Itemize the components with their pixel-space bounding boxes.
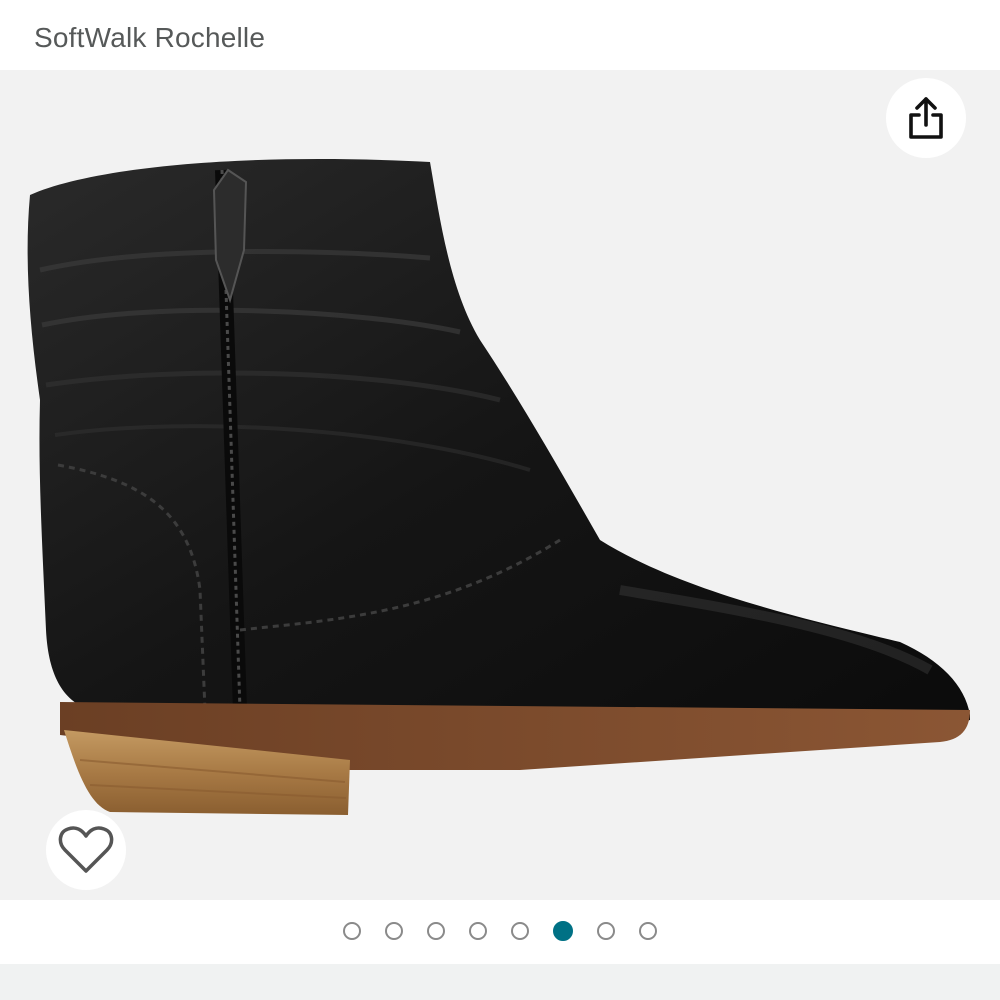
carousel-dot-1[interactable] xyxy=(343,922,361,940)
product-page: SoftWalk Rochelle xyxy=(0,0,1000,1000)
share-button[interactable] xyxy=(886,78,966,158)
carousel-dot-4[interactable] xyxy=(469,922,487,940)
carousel-dot-7[interactable] xyxy=(597,922,615,940)
carousel-dot-5[interactable] xyxy=(511,922,529,940)
carousel-dot-2[interactable] xyxy=(385,922,403,940)
heart-outline-icon xyxy=(58,826,114,873)
section-divider xyxy=(0,964,1000,1000)
product-title: SoftWalk Rochelle xyxy=(34,22,266,53)
share-icon xyxy=(909,97,943,139)
product-image-boot[interactable] xyxy=(0,70,1000,900)
product-image-area[interactable] xyxy=(0,70,1000,900)
carousel-dot-3[interactable] xyxy=(427,922,445,940)
carousel-dot-6-active[interactable] xyxy=(553,921,573,941)
wishlist-button[interactable] xyxy=(46,810,126,890)
image-carousel-dots xyxy=(0,900,1000,962)
carousel-dot-8[interactable] xyxy=(639,922,657,940)
